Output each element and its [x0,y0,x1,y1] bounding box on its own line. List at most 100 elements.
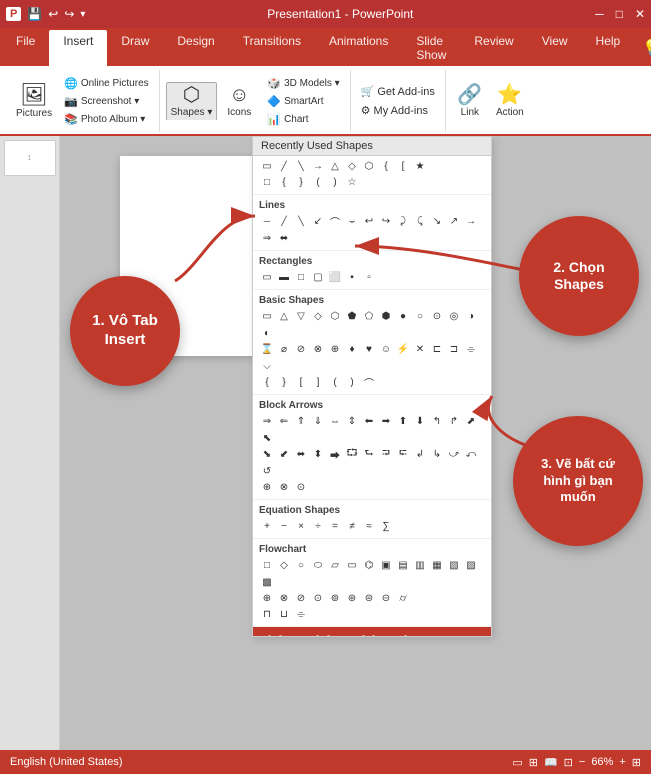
bs-10[interactable]: ○ [412,308,428,324]
fc-11[interactable]: ▦ [429,557,445,573]
ba-15[interactable]: ⬊ [259,446,275,462]
shape-diam[interactable]: ◇ [344,158,360,174]
shape-line2[interactable]: ╲ [293,158,309,174]
fc-18[interactable]: ⊙ [310,590,326,606]
bs-13[interactable]: ◑ [463,308,479,324]
ba-16[interactable]: ⬋ [276,446,292,462]
fc-20[interactable]: ⊛ [344,590,360,606]
rect-6[interactable]: ▪ [344,269,360,285]
shape-r5[interactable]: ) [327,174,343,190]
btn-smartart[interactable]: 🔷 SmartArt [263,93,343,110]
ba-6[interactable]: ⇕ [344,413,360,429]
ba-23[interactable]: ⮓ [395,446,411,462]
tab-transitions[interactable]: Transitions [229,30,315,66]
line-9[interactable]: ⤸ [395,213,411,229]
shape-r4[interactable]: ( [310,174,326,190]
ba-12[interactable]: ↱ [446,413,462,429]
zoom-out-icon[interactable]: − [579,756,585,768]
bs-12[interactable]: ◎ [446,308,462,324]
quick-undo-icon[interactable]: ↩ [48,7,58,21]
fc-25[interactable]: ⊔ [276,606,292,622]
bs-20[interactable]: ♦ [344,341,360,357]
line-8[interactable]: ↪ [378,213,394,229]
line-13[interactable]: → [463,213,479,229]
tab-animations[interactable]: Animations [315,30,402,66]
fc-13[interactable]: ▨ [463,557,479,573]
fc-8[interactable]: ▣ [378,557,394,573]
bs-19[interactable]: ⊕ [327,341,343,357]
bs-18[interactable]: ⊗ [310,341,326,357]
ba-21[interactable]: ⮑ [361,446,377,462]
fc-1[interactable]: □ [259,557,275,573]
btn-chart[interactable]: 📊 Chart [263,111,343,128]
btn-3d-models[interactable]: 🎲 3D Models ▾ [263,75,343,92]
line-4[interactable]: ↙ [310,213,326,229]
btn-icons[interactable]: ☺ Icons [221,83,257,120]
btn-pictures[interactable]: 🖼 Pictures [12,82,56,121]
ba-18[interactable]: ⬍ [310,446,326,462]
fc-22[interactable]: ⊝ [378,590,394,606]
tab-view[interactable]: View [528,30,582,66]
slide-thumb-1[interactable]: 1 [4,140,56,176]
ba-20[interactable]: ⮔ [344,446,360,462]
tab-design[interactable]: Design [163,30,228,66]
bs-6[interactable]: ⬟ [344,308,360,324]
fc-6[interactable]: ▭ [344,557,360,573]
line-2[interactable]: ╱ [276,213,292,229]
line-10[interactable]: ⤹ [412,213,428,229]
ba-13[interactable]: ⬈ [463,413,479,429]
eq-2[interactable]: − [276,518,292,534]
fc-17[interactable]: ⊘ [293,590,309,606]
ba-19[interactable]: ⮕ [327,446,343,462]
ba-3[interactable]: ⇑ [293,413,309,429]
view-slide-icon[interactable]: ⊞ [529,756,538,769]
ba-29[interactable]: ⊕ [259,479,275,495]
fc-19[interactable]: ⊚ [327,590,343,606]
bs-21[interactable]: ♥ [361,341,377,357]
bs-4[interactable]: ◇ [310,308,326,324]
bs-11[interactable]: ⊙ [429,308,445,324]
fc-5[interactable]: ▱ [327,557,343,573]
ba-31[interactable]: ⊙ [293,479,309,495]
fc-4[interactable]: ⬭ [310,557,326,573]
bs-22[interactable]: ☺ [378,341,394,357]
ba-10[interactable]: ⬇ [412,413,428,429]
btn-screenshot[interactable]: 📷 Screenshot ▾ [60,93,153,110]
ba-26[interactable]: ⤻ [446,446,462,462]
eq-4[interactable]: ÷ [310,518,326,534]
fc-16[interactable]: ⊗ [276,590,292,606]
close-btn[interactable]: ✕ [635,7,645,21]
fc-14[interactable]: ▩ [259,574,275,590]
btn-shapes[interactable]: ⬡ Shapes ▾ [166,82,218,120]
shape-bracket[interactable]: [ [395,158,411,174]
view-normal-icon[interactable]: ▭ [512,756,522,769]
tab-slideshow[interactable]: Slide Show [402,30,460,66]
eq-6[interactable]: ≠ [344,518,360,534]
bs-25[interactable]: ⊏ [429,341,445,357]
bs-30[interactable]: } [276,374,292,390]
quick-access-dropdown[interactable]: ▾ [80,9,85,20]
ba-22[interactable]: ⮒ [378,446,394,462]
tab-insert[interactable]: Insert [49,30,107,66]
bs-2[interactable]: △ [276,308,292,324]
eq-7[interactable]: ≈ [361,518,377,534]
ba-7[interactable]: ⬅ [361,413,377,429]
line-6[interactable]: ⌣ [344,213,360,229]
fc-24[interactable]: ⊓ [259,606,275,622]
line-5[interactable]: ⌒ [327,213,343,229]
eq-5[interactable]: = [327,518,343,534]
btn-link[interactable]: 🔗 Link [452,83,488,120]
rect-5[interactable]: ⬜ [327,269,343,285]
line-1[interactable]: ─ [259,213,275,229]
fc-9[interactable]: ▤ [395,557,411,573]
rect-3[interactable]: □ [293,269,309,285]
ba-17[interactable]: ⬌ [293,446,309,462]
tab-file[interactable]: File [2,30,49,66]
lightbulb-icon[interactable]: 💡 [634,30,651,66]
bs-5[interactable]: ⬡ [327,308,343,324]
minimize-btn[interactable]: ─ [595,7,604,21]
bs-7[interactable]: ⬠ [361,308,377,324]
eq-1[interactable]: + [259,518,275,534]
bs-16[interactable]: ⌀ [276,341,292,357]
line-12[interactable]: ↗ [446,213,462,229]
